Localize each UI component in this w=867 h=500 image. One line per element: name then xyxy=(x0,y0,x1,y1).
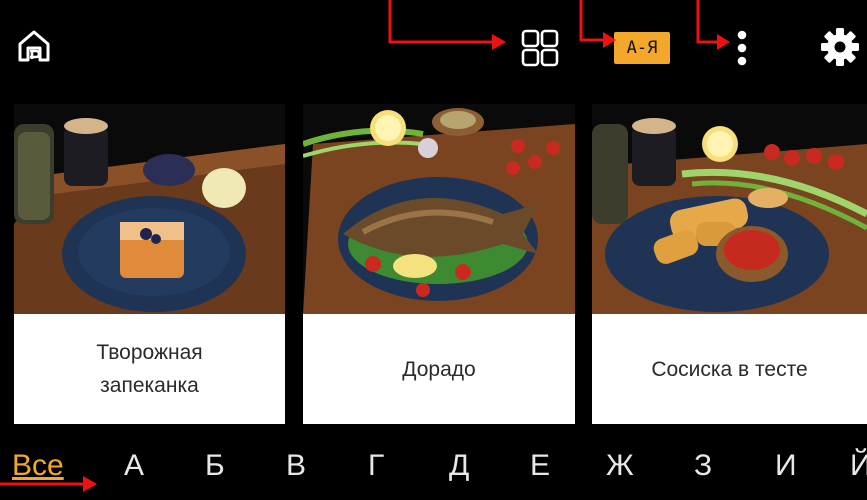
recipe-title: Дорадо xyxy=(402,357,476,381)
recipe-title-line: запеканка xyxy=(100,374,199,397)
recipe-photo xyxy=(303,104,575,314)
letter-filter[interactable]: Е xyxy=(530,438,550,494)
letter-filter[interactable]: Д xyxy=(449,438,469,494)
recipe-title-line: Творожная xyxy=(96,341,203,364)
letter-filter[interactable]: З xyxy=(694,438,712,494)
recipe-card[interactable]: Сосиска в тесте xyxy=(592,104,867,424)
recipe-card[interactable]: Дорадо xyxy=(303,104,575,424)
letter-filter[interactable]: Ж xyxy=(606,438,634,494)
recipe-photo xyxy=(14,104,285,314)
letter-all[interactable]: Все xyxy=(12,438,64,494)
alphabet-filter: Все А Б В Г Д Е Ж З И Й xyxy=(0,438,867,494)
letter-filter[interactable]: А xyxy=(124,438,144,494)
recipe-photo xyxy=(592,104,867,314)
recipe-title: Сосиска в тесте xyxy=(651,357,808,381)
recipe-card[interactable]: Творожная запеканка xyxy=(14,104,285,424)
letter-filter[interactable]: Б xyxy=(205,438,225,494)
letter-filter[interactable]: Й xyxy=(850,438,867,494)
letter-filter[interactable]: Г xyxy=(368,438,384,494)
letter-filter[interactable]: И xyxy=(775,438,797,494)
letter-filter[interactable]: В xyxy=(286,438,306,494)
recipe-title: Творожная запеканка xyxy=(14,314,285,424)
